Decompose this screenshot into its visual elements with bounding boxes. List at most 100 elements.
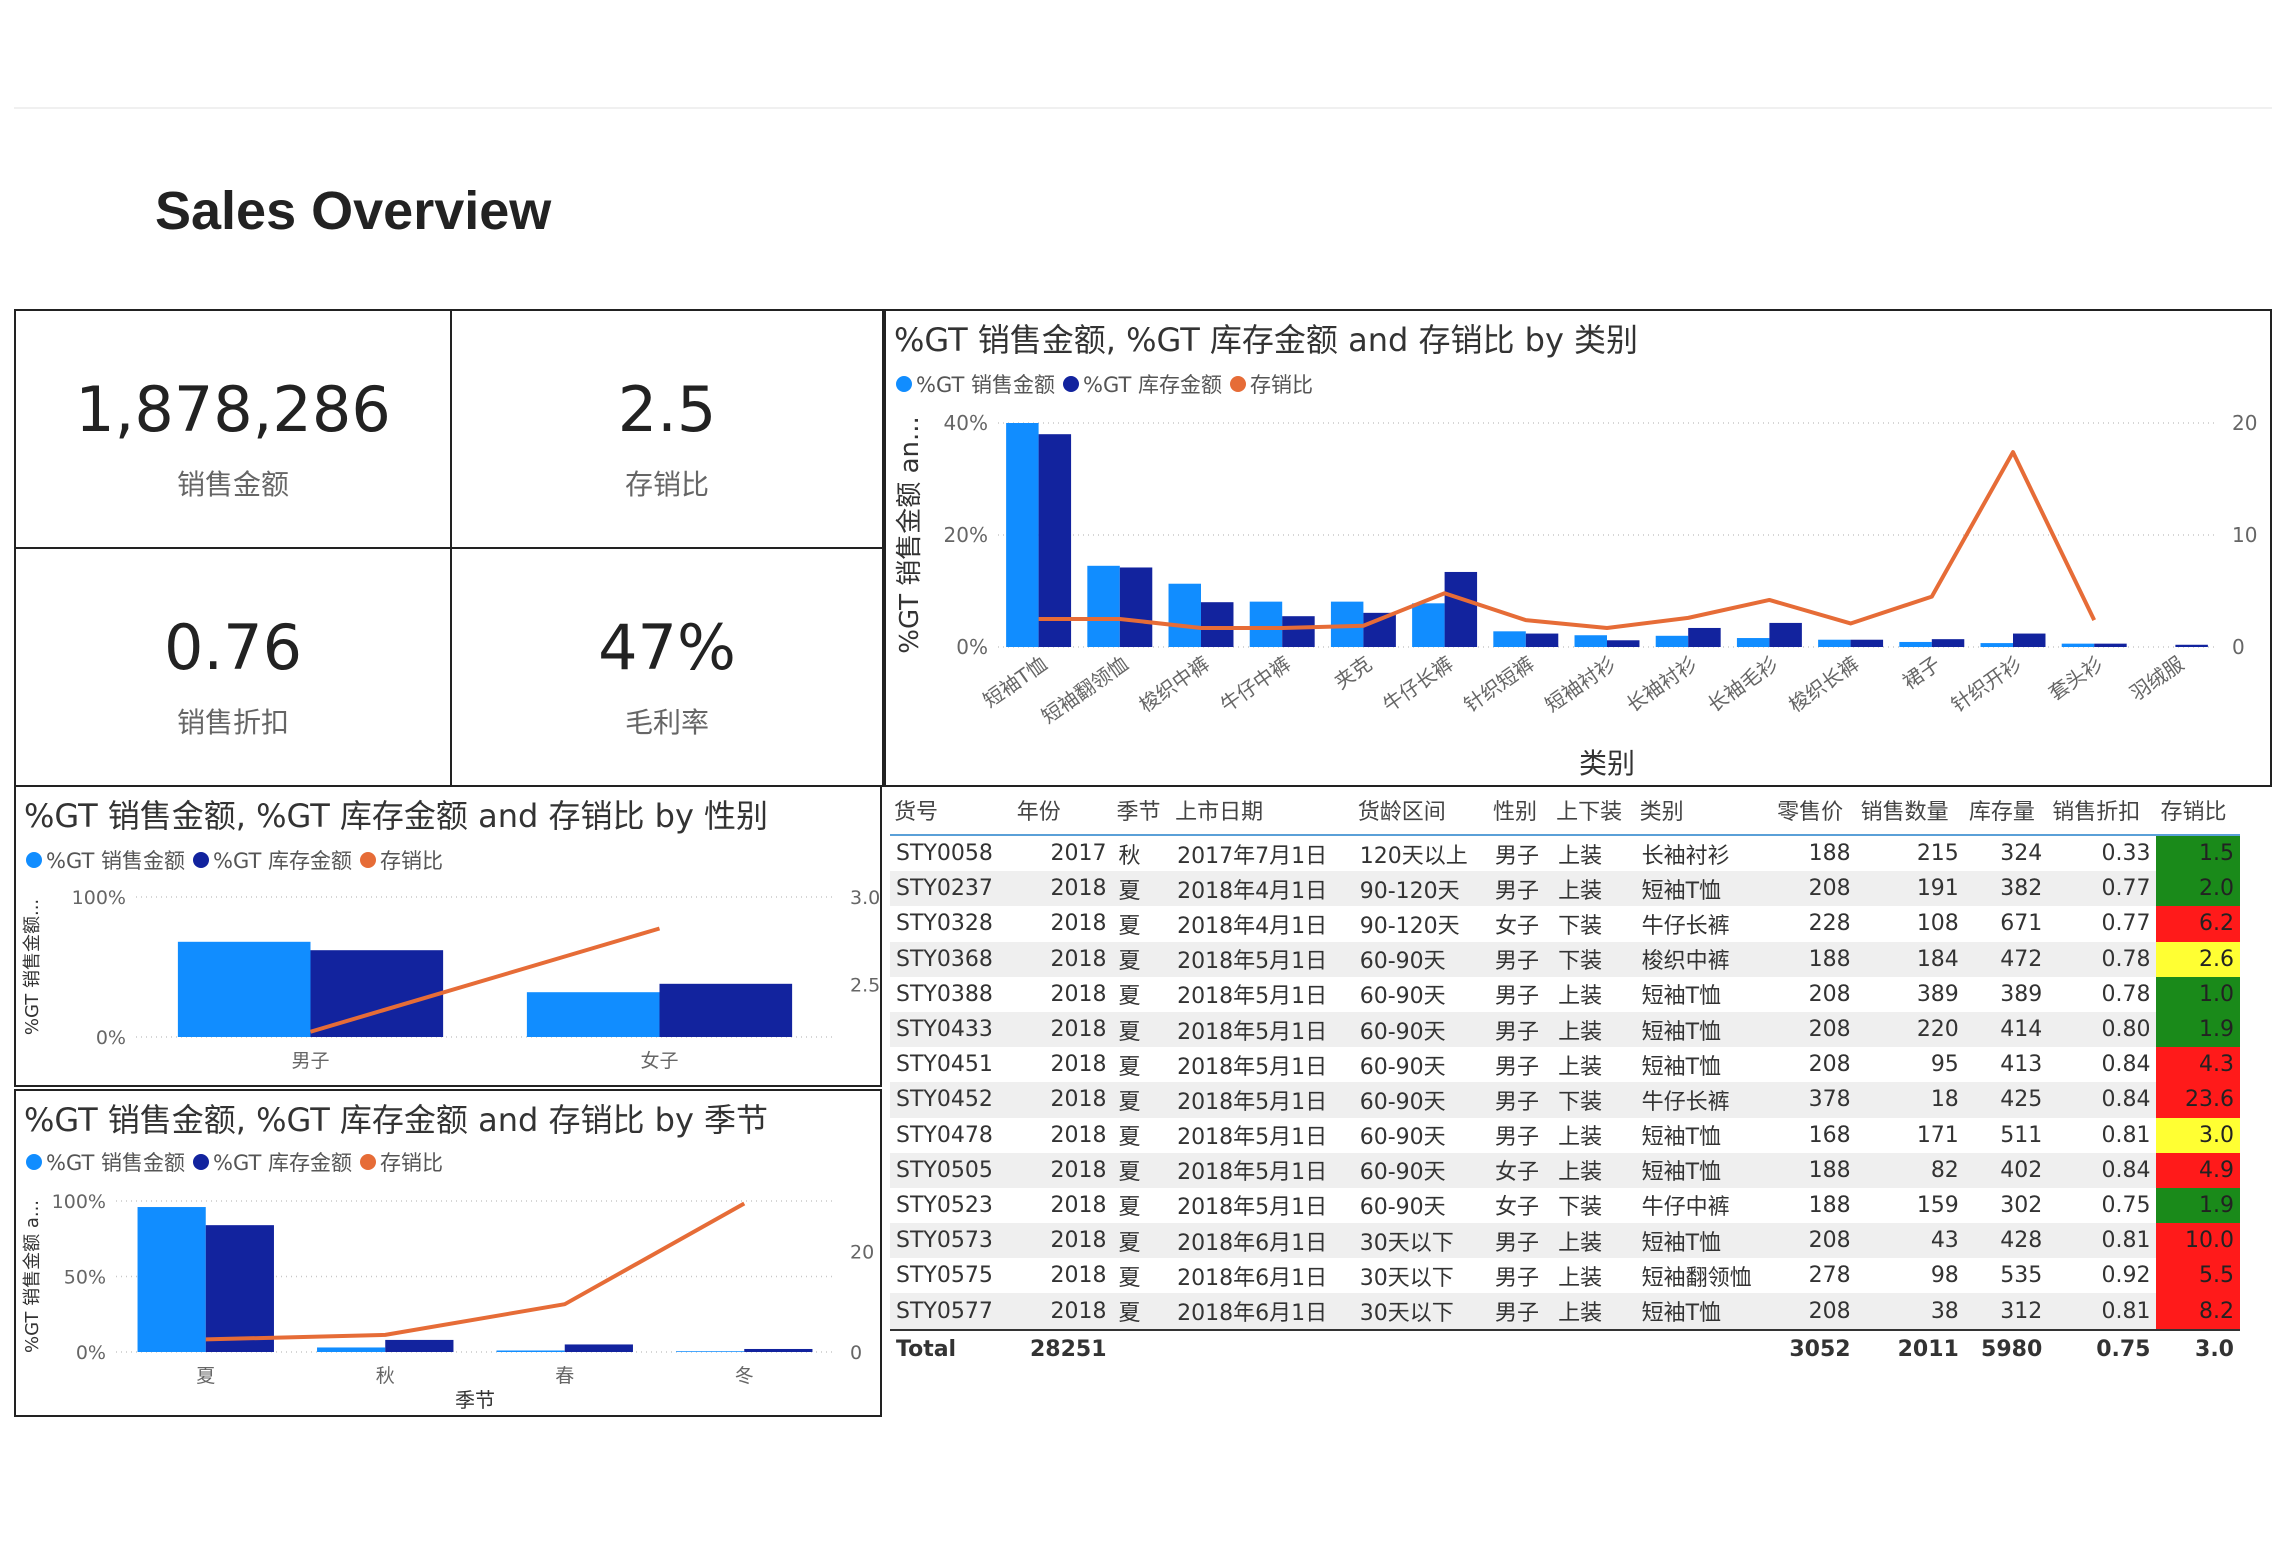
bar-inventory bbox=[1444, 571, 1478, 647]
page-title: Sales Overview bbox=[155, 181, 552, 241]
table-cell: 长袖衬衫 bbox=[1641, 843, 1730, 869]
category-chart-panel[interactable]: %GT 销售金额, %GT 库存金额 and 存销比 by 类别 %GT 销售金… bbox=[884, 309, 2272, 787]
column-header[interactable]: 销售折扣 bbox=[2048, 786, 2157, 836]
column-header[interactable]: 类别 bbox=[1635, 786, 1774, 836]
table-cell: 2018 bbox=[1012, 941, 1113, 977]
table-row[interactable]: STY0433 2018 夏 2018年5月1日 60-90天 男子 上装 短袖T恤 208 22… bbox=[890, 1011, 2240, 1048]
bar-sales bbox=[526, 992, 660, 1037]
table-row[interactable]: STY0328 2018 夏 2018年4月1日 90-120天 女子 下装 牛仔长裤 228 1… bbox=[890, 906, 2240, 942]
y-tick-label: 0% bbox=[76, 1342, 106, 1364]
y-axis-title: %GT 销售金额... bbox=[22, 899, 43, 1035]
column-header[interactable]: 上下装 bbox=[1552, 786, 1636, 836]
table-cell: 171 bbox=[1916, 1122, 1959, 1148]
bar-inventory bbox=[2094, 643, 2127, 647]
column-header[interactable]: 销售数量 bbox=[1856, 786, 1965, 836]
table-row[interactable]: STY0573 2018 夏 2018年6月1日 30天以下 男子 上装 短袖T恤 208 43 4… bbox=[890, 1223, 2240, 1259]
table-cell: STY0452 bbox=[890, 1082, 1013, 1118]
table-cell: 2018 bbox=[1012, 871, 1113, 907]
table-cell: 312 bbox=[1964, 1293, 2049, 1330]
table-cell: 535 bbox=[2000, 1263, 2043, 1289]
table-cell: 男子 bbox=[1489, 871, 1553, 907]
table-row[interactable]: STY0452 2018 夏 2018年5月1日 60-90天 男子 下装 牛仔长裤 378 18… bbox=[890, 1082, 2240, 1118]
table-cell: 60-90天 bbox=[1353, 1011, 1490, 1048]
table-cell: 208 bbox=[1773, 1011, 1857, 1048]
column-header[interactable]: 季节 bbox=[1112, 786, 1172, 836]
table-cell: STY0478 bbox=[896, 1122, 993, 1148]
table-row[interactable]: STY0237 2018 夏 2018年4月1日 90-120天 男子 上装 短袖T恤 208 1… bbox=[890, 871, 2240, 907]
table-cell: 23.6 bbox=[2156, 1082, 2240, 1118]
table-row[interactable]: STY0523 2018 夏 2018年5月1日 60-90天 女子 下装 牛仔中裤 188 15… bbox=[890, 1187, 2240, 1224]
x-tick-label: 梭织长裤 bbox=[1784, 651, 1863, 717]
table-row[interactable]: STY0505 2018 夏 2018年5月1日 60-90天 女子 上装 短袖T恤 188 82… bbox=[890, 1152, 2240, 1188]
bar-sales bbox=[1574, 635, 1607, 647]
table-cell: STY0451 bbox=[896, 1052, 993, 1078]
table-cell: 378 bbox=[1773, 1082, 1857, 1118]
table-row[interactable]: STY0575 2018 夏 2018年6月1日 30天以下 男子 上装 短袖翻领恤 278 98… bbox=[890, 1258, 2240, 1294]
table-cell: 0.81 bbox=[2048, 1223, 2157, 1259]
kpi-card-margin[interactable]: 47% 毛利率 bbox=[450, 547, 884, 787]
kpi-value: 47% bbox=[598, 611, 736, 684]
table-cell: 男子 bbox=[1489, 1082, 1553, 1118]
kpi-card-sales[interactable]: 1,878,286 销售金额 bbox=[14, 309, 452, 549]
table-cell: 215 bbox=[1916, 841, 1959, 867]
y2-tick-label: 0 bbox=[2232, 635, 2245, 659]
x-tick-label: 春 bbox=[555, 1365, 574, 1387]
column-header[interactable]: 上市日期 bbox=[1171, 786, 1354, 836]
y-tick-label: 20% bbox=[944, 523, 988, 547]
total-cell: 3.0 bbox=[2156, 1328, 2240, 1369]
gender-chart-panel[interactable]: %GT 销售金额, %GT 库存金额 and 存销比 by 性别 %GT 销售金… bbox=[14, 785, 882, 1087]
table-cell: 短袖T恤 bbox=[1635, 1293, 1774, 1330]
table-cell: 1.9 bbox=[2156, 1187, 2240, 1224]
x-axis-title: 类别 bbox=[1579, 747, 1635, 780]
column-header[interactable]: 存销比 bbox=[2156, 786, 2240, 836]
product-table[interactable]: 货号 年份 季节 上市日期 货龄区间 性别 上下装 类别 零售价 销售数量 库存量 销售折扣 存销比 S… bbox=[890, 786, 2240, 1386]
table-cell: 短袖T恤 bbox=[1641, 1125, 1722, 1151]
table-cell: 108 bbox=[1916, 911, 1959, 937]
table-cell: 90-120天 bbox=[1353, 871, 1490, 907]
table-cell: 2018 bbox=[1012, 1293, 1113, 1330]
column-header[interactable]: 零售价 bbox=[1773, 786, 1857, 836]
column-header[interactable]: 货号 bbox=[890, 786, 1013, 836]
table-row[interactable]: STY0388 2018 夏 2018年5月1日 60-90天 男子 上装 短袖T恤 208 38… bbox=[890, 976, 2240, 1012]
y-axis-title: %GT 销售金额 an... bbox=[895, 416, 925, 654]
table-cell: 5.5 bbox=[2156, 1258, 2240, 1294]
table-cell: 208 bbox=[1808, 1052, 1851, 1078]
x-tick-label: 秋 bbox=[376, 1365, 395, 1387]
table-cell: 短袖T恤 bbox=[1641, 1054, 1722, 1080]
table-cell: 2018 bbox=[1050, 1192, 1107, 1218]
bar-inventory bbox=[2175, 644, 2208, 647]
y-tick-label: 40% bbox=[944, 411, 988, 435]
table-cell: 夏 bbox=[1112, 941, 1172, 977]
kpi-card-ratio[interactable]: 2.5 存销比 bbox=[450, 309, 884, 549]
table-row[interactable]: STY0058 2017 秋 2017年7月1日 120天以上 男子 上装 长袖衬衫 188 21… bbox=[890, 835, 2240, 872]
total-cell bbox=[1171, 1328, 1354, 1369]
y2-tick-label: 2.5 bbox=[850, 975, 880, 997]
table-cell: 2018年5月1日 bbox=[1177, 1125, 1328, 1151]
bar-sales bbox=[1412, 603, 1445, 647]
season-chart-panel[interactable]: %GT 销售金额, %GT 库存金额 and 存销比 by 季节 %GT 销售金… bbox=[14, 1089, 882, 1417]
column-header[interactable]: 年份 bbox=[1012, 786, 1113, 836]
table-cell: 短袖T恤 bbox=[1641, 984, 1722, 1010]
table-row[interactable]: STY0577 2018 夏 2018年6月1日 30天以下 男子 上装 短袖T恤 208 38 3… bbox=[890, 1293, 2240, 1330]
column-header[interactable]: 性别 bbox=[1489, 786, 1553, 836]
table-cell: 2018年4月1日 bbox=[1177, 913, 1328, 939]
table-cell: 下装 bbox=[1552, 1082, 1636, 1118]
gender-chart: 0% 100% 2.5 3.0 %GT 销售金额... 男子 女子 bbox=[22, 887, 880, 1072]
table-cell: 188 bbox=[1773, 1152, 1857, 1188]
table-row[interactable]: STY0368 2018 夏 2018年5月1日 60-90天 男子 下装 梭织中裤 188 18… bbox=[890, 941, 2240, 977]
table-row[interactable]: STY0451 2018 夏 2018年5月1日 60-90天 男子 上装 短袖T恤 208 95… bbox=[890, 1047, 2240, 1083]
table-cell: 60-90天 bbox=[1359, 984, 1446, 1010]
kpi-card-discount[interactable]: 0.76 销售折扣 bbox=[14, 547, 452, 787]
column-header[interactable]: 库存量 bbox=[1964, 786, 2049, 836]
table-row[interactable]: STY0478 2018 夏 2018年5月1日 60-90天 男子 上装 短袖T恤 168 17… bbox=[890, 1117, 2240, 1153]
table-cell: 男子 bbox=[1495, 1054, 1540, 1080]
y-tick-label: 0% bbox=[96, 1027, 126, 1049]
bar-sales bbox=[2061, 643, 2095, 647]
total-cell bbox=[1353, 1328, 1490, 1369]
table-cell: 10.0 bbox=[2156, 1223, 2240, 1259]
table-cell: 60-90天 bbox=[1353, 941, 1490, 977]
table-cell: 278 bbox=[1808, 1263, 1851, 1289]
table-cell: 上装 bbox=[1552, 1293, 1636, 1330]
table-cell: 60-90天 bbox=[1359, 1125, 1446, 1151]
column-header[interactable]: 货龄区间 bbox=[1353, 786, 1490, 836]
